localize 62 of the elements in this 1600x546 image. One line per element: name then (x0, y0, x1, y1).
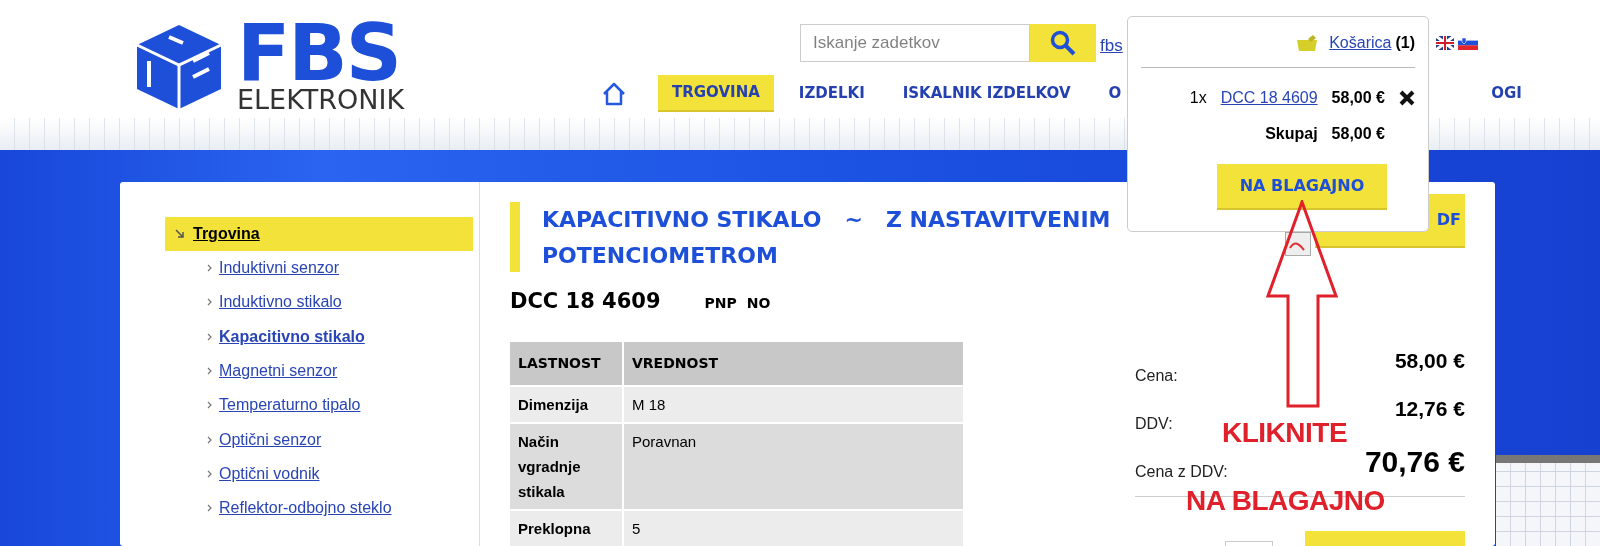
arrow-icon (175, 229, 185, 239)
price-value: 58,00 € (1394, 347, 1465, 374)
nav-link[interactable]: IZDELKI (798, 75, 865, 112)
checkout-button[interactable]: NA BLAGAJNO (1217, 164, 1387, 210)
cart-link[interactable]: Košarica (1329, 31, 1392, 55)
pdf-file-icon (1285, 232, 1311, 256)
sidebar-item[interactable]: Optični vodnik (219, 461, 320, 486)
search-icon (1050, 30, 1076, 56)
total-price: 70,76 € (1364, 444, 1465, 480)
product-title: KAPACITIVNO STIKALO ~ Z NASTAVITVENIM (542, 206, 1111, 234)
sidebar-item[interactable]: Induktivni senzor (219, 256, 340, 281)
price-label: Cena: (1135, 366, 1178, 386)
slovenia-flag-icon (1458, 36, 1478, 50)
chevron-icon (207, 298, 212, 307)
product-tag: NO (746, 293, 771, 314)
product-title: POTENCIOMETROM (542, 242, 779, 270)
nav-link[interactable]: ISKALNIK IZDELKOV (902, 75, 1071, 112)
brand-subtitle: ELEKTRONIK (237, 86, 405, 113)
search-button[interactable] (1030, 24, 1096, 62)
price-label: Cena z DDV: (1135, 462, 1228, 482)
close-icon (1399, 90, 1415, 106)
chevron-icon (207, 469, 212, 478)
price-label: DDV: (1135, 414, 1173, 434)
table-cell: Poravnan (623, 422, 963, 510)
chevron-icon (207, 401, 212, 410)
column-header: VREDNOST (623, 341, 963, 386)
sidebar-item[interactable]: Kapacitivno stikalo (219, 324, 365, 349)
nav-link[interactable]: OGI (1491, 75, 1522, 112)
item-price: 58,00 € (1331, 88, 1385, 108)
item-quantity: 1x (1189, 88, 1207, 108)
cart-count: (1) (1395, 33, 1415, 53)
table-cell: Preklopna (510, 509, 623, 546)
search-field[interactable]: Iskanje zadetkov (800, 24, 1030, 62)
annotation-text: NA BLAGAJNO (1186, 486, 1385, 516)
sidebar-item[interactable]: Magnetni senzor (219, 359, 338, 384)
price-value: 12,76 € (1394, 395, 1465, 422)
sidebar-item[interactable]: Temperaturno tipalo (219, 393, 361, 418)
title-accent (510, 202, 520, 272)
nav-link[interactable]: O (1108, 75, 1122, 112)
total-label: Skupaj (1264, 124, 1318, 144)
sidebar-item[interactable]: Optični senzor (219, 427, 322, 452)
brand-name: FBS (237, 20, 401, 86)
chevron-icon (207, 435, 212, 444)
remove-button[interactable] (1399, 90, 1415, 106)
annotation-text: KLIKNITE (1222, 418, 1348, 448)
product-tag: PNP (704, 293, 737, 314)
table-cell: M 18 (623, 385, 963, 423)
chevron-icon (207, 332, 212, 341)
cart-total: 58,00 € (1331, 124, 1385, 144)
cart-item-link[interactable]: DCC 18 4609 (1220, 86, 1318, 110)
uk-flag-icon (1436, 36, 1454, 50)
product-code: DCC 18 4609 (510, 288, 661, 315)
chevron-icon (207, 504, 212, 513)
chevron-icon (207, 264, 212, 273)
nav-link[interactable]: TRGOVINA (658, 75, 774, 112)
sidebar-item[interactable]: Induktivno stikalo (219, 290, 342, 315)
sidebar-item[interactable]: Reflektor-odbojno steklo (219, 496, 392, 521)
account-link[interactable]: fbs (1100, 33, 1123, 59)
basket-icon (1295, 34, 1320, 52)
table-cell: 5 (623, 509, 963, 546)
chevron-icon (207, 367, 212, 376)
category-link[interactable]: Trgovina (193, 222, 260, 246)
